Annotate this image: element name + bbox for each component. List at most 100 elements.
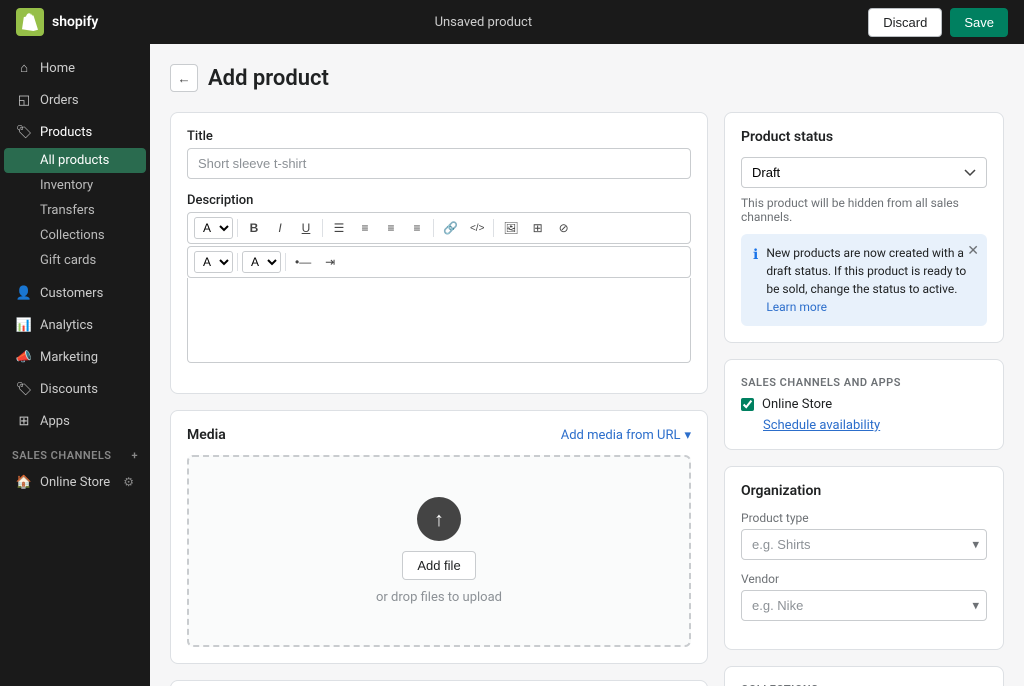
justify-btn[interactable]: ≡ — [405, 218, 429, 238]
logo: shopify — [16, 8, 98, 36]
toolbar-sep-4 — [493, 219, 494, 237]
sidebar-item-inventory[interactable]: Inventory — [4, 173, 146, 198]
underline-btn[interactable]: U — [294, 218, 318, 238]
code-btn[interactable]: </> — [465, 220, 489, 237]
discard-button[interactable]: Discard — [868, 8, 942, 37]
media-header: Media Add media from URL ▾ — [187, 427, 691, 443]
online-store-channel-label[interactable]: Online Store — [762, 397, 832, 412]
sidebar-item-all-products[interactable]: All products — [4, 148, 146, 173]
description-label: Description — [187, 193, 691, 208]
add-file-button[interactable]: Add file — [402, 551, 475, 580]
learn-more-link[interactable]: Learn more — [766, 300, 827, 314]
sidebar-item-gift-cards[interactable]: Gift cards — [4, 248, 146, 273]
text-style-select[interactable]: A — [194, 251, 233, 273]
description-toolbar: A B I U ☰ ≡ ≡ ≡ 🔗 — [187, 212, 691, 244]
bold-btn[interactable]: B — [242, 218, 266, 238]
page-title: Add product — [208, 66, 329, 91]
add-media-url-link[interactable]: Add media from URL ▾ — [561, 428, 691, 443]
toolbar-sep-1 — [237, 219, 238, 237]
link-btn[interactable]: 🔗 — [438, 218, 463, 238]
sidebar-label-products: Products — [40, 125, 92, 140]
unsaved-label: Unsaved product — [435, 15, 533, 30]
status-select-wrap: Draft Active — [741, 157, 987, 188]
back-button[interactable]: ← — [170, 64, 198, 92]
info-banner: ℹ New products are now created with a dr… — [741, 234, 987, 326]
product-type-label: Product type — [741, 511, 987, 525]
info-icon: ℹ — [753, 245, 758, 316]
content-grid: Title Description A B I U — [170, 112, 1004, 686]
info-banner-text: New products are now created with a draf… — [766, 244, 975, 316]
sidebar-item-home[interactable]: ⌂ Home — [4, 52, 146, 84]
media-dropzone[interactable]: ↑ Add file or drop files to upload — [187, 455, 691, 647]
page-header: ← Add product — [170, 64, 1004, 92]
left-column: Title Description A B I U — [170, 112, 708, 686]
save-button[interactable]: Save — [950, 8, 1008, 37]
font-size-select[interactable]: A — [194, 217, 233, 239]
status-note: This product will be hidden from all sal… — [741, 196, 987, 224]
title-group: Title — [187, 129, 691, 179]
description-textarea[interactable] — [188, 278, 690, 358]
bullet-list-btn[interactable]: •— — [290, 252, 316, 272]
marketing-icon: 📣 — [16, 349, 32, 365]
dropdown-icon: ▾ — [684, 428, 691, 443]
media-card: Media Add media from URL ▾ ↑ Add file or… — [170, 410, 708, 664]
description-editor[interactable] — [187, 278, 691, 363]
description-toolbar-row2: A A •— ⇥ — [187, 246, 691, 278]
sidebar-item-apps[interactable]: ⊞ Apps — [4, 405, 146, 437]
toolbar-sep-6 — [285, 253, 286, 271]
italic-btn[interactable]: I — [268, 218, 292, 238]
status-select[interactable]: Draft Active — [741, 157, 987, 188]
sales-channels-label: SALES CHANNELS AND APPS — [741, 376, 987, 389]
sidebar-label-online-store: Online Store — [40, 475, 110, 490]
online-store-checkbox[interactable] — [741, 398, 754, 411]
table-btn[interactable]: ⊞ — [526, 218, 550, 238]
online-store-icon: 🏠 — [16, 474, 32, 490]
sidebar-item-transfers[interactable]: Transfers — [4, 198, 146, 223]
product-type-select[interactable]: e.g. Shirts — [741, 529, 987, 560]
upload-icon: ↑ — [417, 497, 461, 541]
align-right-btn[interactable]: ≡ — [379, 218, 403, 238]
organization-card: Organization Product type e.g. Shirts ▾ … — [724, 466, 1004, 650]
vendor-select[interactable]: e.g. Nike — [741, 590, 987, 621]
add-sales-channel-icon[interactable]: + — [131, 449, 138, 462]
analytics-icon: 📊 — [16, 317, 32, 333]
clear-btn[interactable]: ⊘ — [552, 218, 576, 238]
sidebar-item-discounts[interactable]: 🏷 Discounts — [4, 373, 146, 405]
info-banner-close-btn[interactable]: ✕ — [967, 242, 979, 259]
sidebar-item-orders[interactable]: ◱ Orders — [4, 84, 146, 116]
align-left-btn[interactable]: ☰ — [327, 218, 351, 238]
sidebar-item-analytics[interactable]: 📊 Analytics — [4, 309, 146, 341]
sidebar: ⌂ Home ◱ Orders 🏷 Products All products … — [0, 44, 150, 686]
sidebar-item-collections[interactable]: Collections — [4, 223, 146, 248]
title-input[interactable] — [187, 148, 691, 179]
back-icon: ← — [177, 71, 190, 86]
image-btn[interactable]: 🖼 — [498, 218, 523, 238]
color-select[interactable]: A — [242, 251, 281, 273]
home-icon: ⌂ — [16, 60, 32, 76]
logo-text: shopify — [52, 14, 98, 30]
product-status-title: Product status — [741, 129, 987, 145]
product-status-card: Product status Draft Active This product… — [724, 112, 1004, 343]
sidebar-label-analytics: Analytics — [40, 318, 93, 333]
topbar: shopify Unsaved product Discard Save — [0, 0, 1024, 44]
topbar-actions: Discard Save — [868, 8, 1008, 37]
title-description-card: Title Description A B I U — [170, 112, 708, 394]
align-center-btn[interactable]: ≡ — [353, 218, 377, 238]
product-type-field: Product type e.g. Shirts ▾ — [741, 511, 987, 560]
shopify-icon — [16, 8, 44, 36]
online-store-settings-icon[interactable]: ⚙ — [123, 475, 134, 489]
products-sub-menu: All products Inventory Transfers Collect… — [0, 148, 150, 277]
toolbar-sep-2 — [322, 219, 323, 237]
sales-channels-card: SALES CHANNELS AND APPS Online Store Sch… — [724, 359, 1004, 450]
schedule-availability-link[interactable]: Schedule availability — [741, 418, 987, 433]
toolbar-sep-3 — [433, 219, 434, 237]
sales-channels-title: SALES CHANNELS + — [0, 437, 150, 466]
sidebar-item-products[interactable]: 🏷 Products — [4, 116, 146, 148]
sidebar-item-marketing[interactable]: 📣 Marketing — [4, 341, 146, 373]
vendor-field: Vendor e.g. Nike ▾ — [741, 572, 987, 621]
main-content: ← Add product Title Description — [150, 44, 1024, 686]
sidebar-item-customers[interactable]: 👤 Customers — [4, 277, 146, 309]
indent-btn[interactable]: ⇥ — [318, 252, 342, 272]
sidebar-item-online-store[interactable]: 🏠 Online Store ⚙ — [4, 466, 146, 498]
sidebar-label-orders: Orders — [40, 93, 79, 108]
